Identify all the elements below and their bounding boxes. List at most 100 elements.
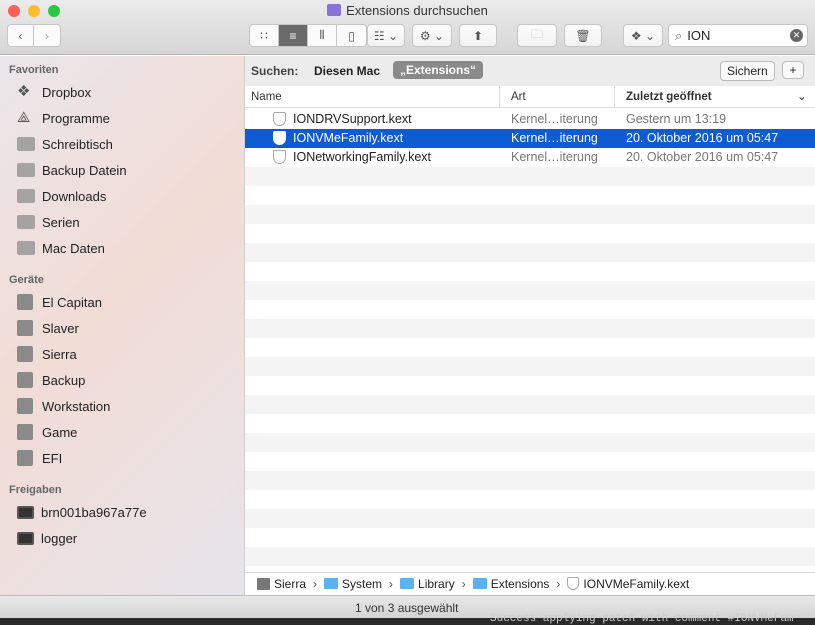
search-input[interactable]: ION <box>687 28 710 43</box>
column-view-button[interactable]: ⫴ <box>308 25 337 46</box>
sidebar-item-sierra[interactable]: Sierra <box>17 344 77 364</box>
sidebar-item-label: Sierra <box>42 346 77 362</box>
scope-folder[interactable]: „Extensions“ <box>393 61 484 79</box>
sidebar-item-label: Slaver <box>42 320 79 336</box>
sidebar-item-label: Backup <box>42 372 86 388</box>
sidebar-item-label: Schreibtisch <box>42 136 113 152</box>
forward-button[interactable]: › <box>34 25 60 46</box>
desktop-icon <box>17 137 35 151</box>
sidebar-item-backup-datein[interactable]: Backup Datein <box>17 160 127 180</box>
sidebar-item-label: Game <box>42 424 78 440</box>
sidebar-item-logger[interactable]: logger <box>17 528 77 548</box>
path-item[interactable]: Sierra <box>274 577 306 591</box>
column-kind[interactable]: Art <box>511 91 526 103</box>
icon-view-button[interactable]: ∷ <box>250 25 279 46</box>
sidebar-item-schreibtisch[interactable]: Schreibtisch <box>17 134 113 154</box>
share-button[interactable]: ⬆ <box>459 24 497 47</box>
coverflow-view-button[interactable]: ▯ <box>337 25 366 46</box>
folder-icon <box>17 189 35 203</box>
list-view-button[interactable]: ≡ <box>279 25 308 46</box>
sidebar-item-game[interactable]: Game <box>17 422 77 442</box>
file-kind: Kernel…iterung <box>511 150 598 164</box>
file-date: 20. Oktober 2016 um 05:47 <box>626 150 779 164</box>
sidebar-item-backup[interactable]: Backup <box>17 370 85 390</box>
dropbox-icon: ❖ <box>17 83 31 100</box>
folder-icon <box>17 241 35 255</box>
sidebar-item-slaver[interactable]: Slaver <box>17 318 79 338</box>
sidebar-item-programme[interactable]: ⟁ Programme <box>17 108 110 128</box>
file-name: IONDRVSupport.kext <box>293 112 412 126</box>
sidebar: Favoriten ❖ Dropbox ⟁ Programme Schreibtis… <box>0 56 245 595</box>
sidebar-item-serien[interactable]: Serien <box>17 212 80 232</box>
file-row[interactable]: IONDRVSupport.kext Kernel…iterung Gester… <box>245 110 815 129</box>
search-scope-bar: Suchen: Diesen Mac „Extensions“ Sichern … <box>245 56 815 86</box>
kext-icon <box>567 577 580 590</box>
file-date: Gestern um 13:19 <box>626 112 727 126</box>
finder-window: Extensions durchsuchen ‹ › ∷ ≡ ⫴ ▯ ☷ ⌄ ⚙… <box>0 0 815 618</box>
file-name: IONetworkingFamily.kext <box>293 150 431 164</box>
file-date: 20. Oktober 2016 um 05:47 <box>626 131 779 145</box>
sidebar-item-downloads[interactable]: Downloads <box>17 186 106 206</box>
disk-icon <box>17 424 33 440</box>
column-headers: Name Art Zuletzt geöffnet ⌄ <box>245 86 815 108</box>
sort-chevron-icon: ⌄ <box>797 91 807 103</box>
background-terminal-text: Success applying patch with comment #ION… <box>490 613 794 625</box>
sidebar-item-workstation[interactable]: Workstation <box>17 396 110 416</box>
sidebar-item-label: brn001ba967a77e <box>41 504 147 520</box>
sidebar-item-label: Backup Datein <box>42 162 127 178</box>
shared-header: Freigaben <box>9 484 62 496</box>
sidebar-item-dropbox[interactable]: ❖ Dropbox <box>17 82 91 102</box>
scope-label: Suchen: <box>251 64 299 78</box>
sidebar-item-label: Downloads <box>42 188 107 204</box>
sidebar-item-label: Serien <box>42 214 80 230</box>
trash-button[interactable]: 🗑 <box>564 24 602 47</box>
path-item[interactable]: IONVMeFamily.kext <box>583 577 689 591</box>
kext-icon <box>273 150 286 164</box>
folder-icon <box>324 578 339 589</box>
scope-this-mac[interactable]: Diesen Mac <box>314 64 380 78</box>
sidebar-item-label: Mac Daten <box>42 240 105 256</box>
favorites-header: Favoriten <box>9 64 59 76</box>
sidebar-item-el-capitan[interactable]: El Capitan <box>17 292 102 312</box>
dropbox-button[interactable]: ❖ ⌄ <box>623 24 663 47</box>
file-row-selected[interactable]: IONVMeFamily.kext Kernel…iterung 20. Okt… <box>245 129 815 148</box>
path-item[interactable]: Library <box>418 577 455 591</box>
path-bar: Sierra › System › Library › Extensions › ION… <box>245 572 815 594</box>
applications-icon: ⟁ <box>17 109 31 126</box>
back-button[interactable]: ‹ <box>8 25 34 46</box>
file-name: IONVMeFamily.kext <box>293 131 404 145</box>
disk-icon <box>17 294 33 310</box>
sidebar-item-label: Programme <box>42 110 110 126</box>
title-text: Extensions durchsuchen <box>346 3 488 18</box>
sidebar-item-efi[interactable]: EFI <box>17 448 62 468</box>
file-row[interactable]: IONetworkingFamily.kext Kernel…iterung 2… <box>245 148 815 167</box>
new-folder-button[interactable]: 🗀 <box>517 24 557 47</box>
disk-icon <box>17 398 33 414</box>
column-last-opened[interactable]: Zuletzt geöffnet <box>626 91 712 103</box>
save-search-button[interactable]: Sichern <box>720 61 775 81</box>
disk-icon <box>257 577 270 590</box>
toolbar: Extensions durchsuchen ‹ › ∷ ≡ ⫴ ▯ ☷ ⌄ ⚙… <box>0 0 815 55</box>
sidebar-item-brn001ba967a77e[interactable]: brn001ba967a77e <box>17 502 147 522</box>
action-gear-button[interactable]: ⚙ ⌄ <box>412 24 452 47</box>
add-criteria-button[interactable]: + <box>782 61 804 79</box>
clear-search-icon[interactable]: ✕ <box>790 29 803 42</box>
file-kind: Kernel…iterung <box>511 131 598 145</box>
arrange-button[interactable]: ☷ ⌄ <box>367 24 405 47</box>
file-kind: Kernel…iterung <box>511 112 598 126</box>
time-machine-disk-icon <box>17 372 33 388</box>
path-item[interactable]: System <box>342 577 382 591</box>
sidebar-item-label: Dropbox <box>42 84 92 100</box>
path-item[interactable]: Extensions <box>491 577 550 591</box>
sidebar-item-mac-daten[interactable]: Mac Daten <box>17 238 105 258</box>
folder-icon <box>17 163 35 177</box>
selection-status: 1 von 3 ausgewählt <box>355 601 459 615</box>
window-title: Extensions durchsuchen <box>0 3 815 18</box>
disk-icon <box>17 346 33 362</box>
sidebar-item-label: El Capitan <box>42 294 102 310</box>
sidebar-item-label: EFI <box>42 450 63 466</box>
disk-icon <box>17 320 33 336</box>
computer-icon <box>17 505 34 519</box>
column-name[interactable]: Name <box>251 91 282 103</box>
search-field[interactable]: ⌕ ION ✕ <box>668 24 808 47</box>
